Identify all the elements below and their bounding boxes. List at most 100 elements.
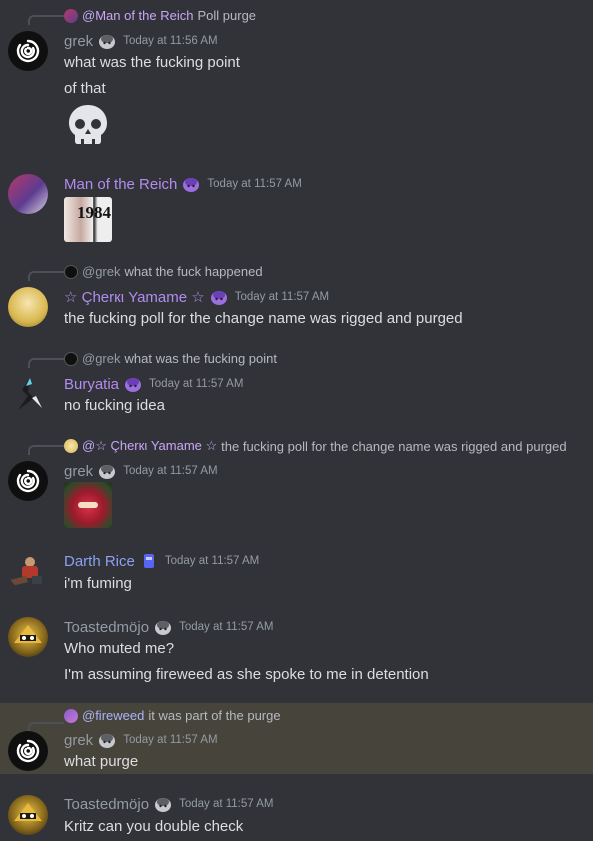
- fumo-badge-icon: [99, 35, 116, 49]
- blue-badge-icon: [143, 554, 154, 568]
- bird-avatar-icon: [18, 378, 42, 410]
- fumo-badge-icon: [99, 734, 116, 748]
- timestamp[interactable]: Today at 11:57 AM: [179, 798, 273, 810]
- message-text: what purge: [64, 753, 139, 770]
- message-darth-rice: Darth Rice Today at 11:57 AM i'm fuming: [0, 535, 593, 605]
- timestamp[interactable]: Today at 11:57 AM: [123, 465, 217, 477]
- message-text: Kritz can you double check: [64, 818, 244, 835]
- reply-mention[interactable]: @Man of the Reich: [82, 8, 193, 23]
- spiral-logo-icon: [16, 39, 40, 63]
- message-text: what was the fucking point: [64, 54, 240, 71]
- reply-mention[interactable]: @fireweed: [82, 708, 144, 723]
- fumo-badge-icon: [155, 621, 172, 635]
- message-man-of-the-reich: Man of the Reich Today at 11:57 AM 1984: [0, 160, 593, 250]
- timestamp[interactable]: Today at 11:57 AM: [207, 178, 301, 190]
- avatar[interactable]: [8, 31, 48, 71]
- reply-preview[interactable]: @grek what was the fucking point: [64, 351, 277, 366]
- timestamp[interactable]: Today at 11:57 AM: [235, 291, 329, 303]
- author-name[interactable]: Toastedmöjo: [64, 619, 149, 636]
- reply-preview[interactable]: @fireweed it was part of the purge: [64, 708, 281, 723]
- reply-preview[interactable]: @☆ Çherкι Yamame ☆ the fucking poll for …: [64, 438, 567, 454]
- author-name[interactable]: Darth Rice: [64, 553, 135, 570]
- message-header: grek Today at 11:56 AM: [64, 32, 218, 50]
- fumo-badge-icon: [99, 465, 116, 479]
- author-name[interactable]: Man of the Reich: [64, 176, 177, 193]
- spiral-logo-icon: [16, 469, 40, 493]
- reply-mention[interactable]: @grek: [82, 264, 121, 279]
- reply-avatar: [64, 439, 78, 453]
- message-text: i'm fuming: [64, 575, 132, 592]
- spiral-logo-icon: [16, 739, 40, 763]
- image-attachment[interactable]: 1984: [64, 197, 112, 242]
- author-name[interactable]: grek: [64, 732, 93, 749]
- author-name[interactable]: grek: [64, 463, 93, 480]
- message-header: ☆ Çherкι Yamame ☆ Today at 11:57 AM: [64, 288, 329, 306]
- reply-preview[interactable]: @Man of the Reich Poll purge: [64, 8, 256, 23]
- image-caption: 1984: [77, 203, 111, 222]
- message-cherki-yamame: @grek what the fuck happened ☆ Çherкι Ya…: [0, 250, 593, 340]
- message-grek-1: @Man of the Reich Poll purge grek Today …: [0, 0, 593, 160]
- message-header: grek Today at 11:57 AM: [64, 731, 218, 749]
- message-text: I'm assuming fireweed as she spoke to me…: [64, 666, 429, 683]
- message-buryatia: @grek what was the fucking point Buryati…: [0, 340, 593, 425]
- message-toastedmojo-1: Toastedmöjo Today at 11:57 AM Who muted …: [0, 605, 593, 703]
- timestamp[interactable]: Today at 11:57 AM: [179, 621, 273, 633]
- fumo-badge-icon: [155, 798, 172, 812]
- author-name[interactable]: ☆ Çherкι Yamame ☆: [64, 288, 205, 306]
- timestamp[interactable]: Today at 11:57 AM: [149, 378, 243, 390]
- reply-avatar: [64, 8, 78, 23]
- author-name[interactable]: grek: [64, 33, 93, 50]
- message-header: Buryatia Today at 11:57 AM: [64, 375, 243, 393]
- avatar[interactable]: [8, 287, 48, 327]
- reply-connector: [28, 358, 64, 368]
- author-name[interactable]: Toastedmöjo: [64, 796, 149, 813]
- image-attachment[interactable]: [64, 482, 112, 528]
- avatar[interactable]: [8, 174, 48, 214]
- timestamp[interactable]: Today at 11:57 AM: [123, 734, 217, 746]
- avatar[interactable]: [8, 374, 48, 414]
- reply-text[interactable]: what was the fucking point: [125, 351, 277, 366]
- message-text: no fucking idea: [64, 397, 165, 414]
- reply-mention[interactable]: @☆ Çherкι Yamame ☆: [82, 438, 217, 454]
- timestamp[interactable]: Today at 11:56 AM: [123, 35, 217, 47]
- message-grek-2: @☆ Çherкι Yamame ☆ the fucking poll for …: [0, 425, 593, 535]
- reply-text[interactable]: Poll purge: [197, 8, 256, 23]
- purple-fumo-badge-icon: [125, 378, 142, 392]
- avatar[interactable]: [8, 461, 48, 501]
- message-text: Who muted me?: [64, 640, 175, 657]
- timestamp[interactable]: Today at 11:57 AM: [165, 555, 259, 567]
- reply-text[interactable]: the fucking poll for the change name was…: [221, 439, 566, 454]
- reply-mention[interactable]: @grek: [82, 351, 121, 366]
- toast-avatar-icon: [14, 625, 42, 643]
- reply-text[interactable]: it was part of the purge: [148, 708, 280, 723]
- message-text: the fucking poll for the change name was…: [64, 310, 463, 327]
- message-header: grek Today at 11:57 AM: [64, 462, 218, 480]
- reply-text[interactable]: what the fuck happened: [125, 264, 263, 279]
- reply-avatar: [64, 264, 78, 279]
- avatar[interactable]: [8, 617, 48, 657]
- avatar[interactable]: [8, 550, 48, 590]
- avatar[interactable]: [8, 731, 48, 771]
- message-header: Toastedmöjo Today at 11:57 AM: [64, 618, 273, 636]
- reply-connector: [28, 15, 64, 25]
- toast-avatar-icon: [14, 803, 42, 821]
- message-header: Man of the Reich Today at 11:57 AM: [64, 175, 302, 193]
- skull-emoji-icon: [69, 105, 107, 144]
- reply-connector: [28, 271, 64, 281]
- character-avatar-icon: [10, 557, 42, 586]
- reply-avatar: [64, 708, 78, 723]
- reply-connector: [28, 445, 64, 455]
- message-grek-3-highlighted: @fireweed it was part of the purge grek …: [0, 703, 593, 774]
- message-toastedmojo-2: Toastedmöjo Today at 11:57 AM Kritz can …: [0, 774, 593, 841]
- reply-preview[interactable]: @grek what the fuck happened: [64, 264, 263, 279]
- purple-fumo-badge-icon: [183, 178, 200, 192]
- angry-bird-icon: [78, 502, 98, 508]
- message-header: Toastedmöjo Today at 11:57 AM: [64, 795, 273, 813]
- author-name[interactable]: Buryatia: [64, 376, 119, 393]
- purple-fumo-badge-icon: [210, 291, 227, 305]
- message-header: Darth Rice Today at 11:57 AM: [64, 552, 259, 570]
- reply-connector: [28, 722, 64, 732]
- avatar[interactable]: [8, 795, 48, 835]
- reply-avatar: [64, 351, 78, 366]
- message-text: of that: [64, 80, 106, 97]
